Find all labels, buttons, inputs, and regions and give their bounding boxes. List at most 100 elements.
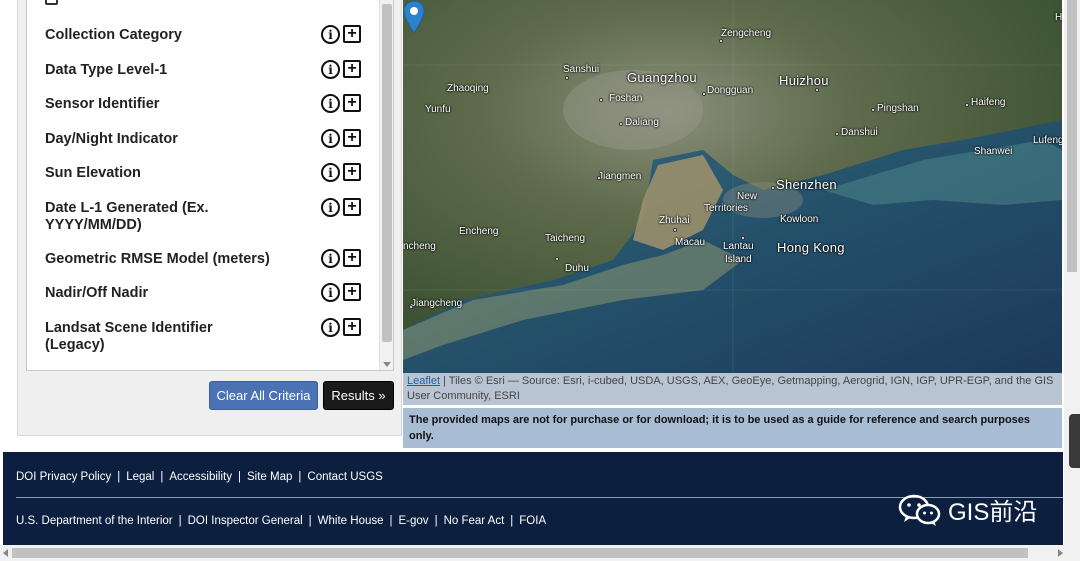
info-icon[interactable]: i	[321, 318, 340, 337]
footer-link-no-fear-act[interactable]: No Fear Act	[444, 515, 505, 527]
info-icon[interactable]: i	[321, 25, 340, 44]
expand-plus-icon[interactable]: +	[343, 249, 361, 267]
map-label-lantau-island: Lantau	[723, 241, 754, 252]
map-label-sanshui: Sanshui	[563, 64, 600, 75]
footer-separator: |	[178, 515, 182, 527]
criteria-item-icons: i +	[321, 60, 361, 79]
footer-link-site-map[interactable]: Site Map	[247, 471, 292, 483]
expand-plus-icon[interactable]: +	[343, 318, 361, 336]
map-city-dot	[741, 236, 745, 240]
clear-all-criteria-button[interactable]: Clear All Criteria	[209, 381, 318, 410]
info-icon[interactable]: i	[321, 283, 340, 302]
criteria-item-day-night-indicator: Day/Night Indicator	[45, 131, 178, 147]
expand-plus-icon[interactable]: +	[343, 94, 361, 112]
horizontal-scrollbar[interactable]	[0, 545, 1080, 561]
map-label-lantau-island: Island	[725, 254, 752, 265]
map-city-dot	[599, 98, 603, 102]
info-icon[interactable]: i	[321, 60, 340, 79]
criteria-item-icons: i +	[321, 318, 361, 337]
map-label-shenzhen: Shenzhen	[776, 177, 837, 192]
criteria-list: Collection Category i + Data Type Level-…	[26, 0, 394, 371]
leaflet-link[interactable]: Leaflet	[407, 375, 440, 387]
map-label-duhu: Duhu	[565, 263, 589, 274]
expand-plus-icon[interactable]: +	[343, 60, 361, 78]
scroll-left-arrow-icon[interactable]	[3, 549, 8, 557]
watermark-brand: GIS前沿	[898, 492, 1037, 527]
criteria-item-icons: i +	[321, 198, 361, 217]
map-label-haifeng: Haifeng	[971, 97, 1006, 108]
page: Collection Category i + Data Type Level-…	[0, 0, 1080, 561]
expand-plus-icon[interactable]: +	[343, 25, 361, 43]
scroll-down-arrow-icon[interactable]	[383, 362, 391, 367]
footer-link-egov[interactable]: E-gov	[399, 515, 429, 527]
expand-plus-icon[interactable]: +	[343, 283, 361, 301]
info-icon[interactable]: i	[321, 129, 340, 148]
info-icon[interactable]: i	[321, 163, 340, 182]
expand-plus-icon[interactable]: +	[343, 163, 361, 181]
map-label-zhuhai: Zhuhai	[659, 215, 690, 226]
map-label-new-territories: Territories	[704, 203, 748, 214]
criteria-item-collection-category: Collection Category	[45, 27, 182, 43]
scroll-right-arrow-icon[interactable]	[1058, 549, 1063, 557]
map-label-daliang: Daliang	[625, 117, 659, 128]
map-label-ncheng: ncheng	[403, 241, 436, 252]
checkbox[interactable]	[45, 0, 58, 5]
map-label-pingshan: Pingshan	[877, 103, 919, 114]
map-label-guangzhou: Guangzhou	[627, 70, 697, 85]
footer-separator: |	[298, 471, 302, 483]
footer-link-foia[interactable]: FOIA	[519, 515, 546, 527]
expand-plus-icon[interactable]: +	[343, 129, 361, 147]
footer-link-privacy-policy[interactable]: DOI Privacy Policy	[16, 471, 111, 483]
footer-separator: |	[510, 515, 514, 527]
criteria-item-landsat-scene-identifier: Landsat Scene Identifier (Legacy)	[45, 320, 213, 353]
footer-separator: |	[238, 471, 241, 483]
criteria-item-sensor-identifier: Sensor Identifier	[45, 96, 160, 112]
footer-link-white-house[interactable]: White House	[318, 515, 384, 527]
criteria-item-icons: i +	[321, 249, 361, 268]
map-label-huizhou: Huizhou	[779, 73, 829, 88]
criteria-item-icons: i +	[321, 129, 361, 148]
map-city-dot	[619, 122, 623, 126]
map-city-dot	[815, 88, 819, 92]
map-city-dot	[702, 92, 706, 96]
map-label-taicheng: Taicheng	[545, 233, 586, 244]
map-label-zhaoqing: Zhaoqing	[447, 83, 489, 94]
info-icon[interactable]: i	[321, 198, 340, 217]
map-label-jiangcheng: Jiangcheng	[411, 298, 463, 309]
map-pin-icon[interactable]	[403, 0, 425, 34]
map-label-foshan: Foshan	[609, 93, 643, 104]
footer-link-contact-usgs[interactable]: Contact USGS	[307, 471, 382, 483]
footer: DOI Privacy Policy | Legal | Accessibili…	[3, 452, 1063, 545]
footer-link-accessibility[interactable]: Accessibility	[169, 471, 232, 483]
horizontal-scroll-thumb[interactable]	[12, 548, 1028, 558]
footer-link-legal[interactable]: Legal	[126, 471, 154, 483]
map-city-dot	[565, 76, 569, 80]
map-label-edge: H	[1055, 12, 1062, 23]
footer-link-inspector-general[interactable]: DOI Inspector General	[188, 515, 303, 527]
page-scroll-thumb[interactable]	[1067, 0, 1077, 272]
footer-links-row-1: DOI Privacy Policy | Legal | Accessibili…	[16, 471, 383, 483]
map-label-dongguan: Dongguan	[707, 85, 754, 96]
map-label-danshui: Danshui	[841, 127, 878, 138]
criteria-scroll-thumb[interactable]	[382, 4, 392, 342]
map-city-dot	[597, 176, 601, 180]
criteria-item-geometric-rmse-model: Geometric RMSE Model (meters)	[45, 251, 270, 267]
map-attribution: Leaflet | Tiles © Esri — Source: Esri, i…	[403, 373, 1062, 405]
footer-link-doi[interactable]: U.S. Department of the Interior	[16, 515, 173, 527]
satellite-map[interactable]: Zengcheng Sanshui Guangzhou Zhaoqing Hui…	[403, 0, 1062, 373]
info-icon[interactable]: i	[321, 249, 340, 268]
map-imagery	[403, 0, 1062, 373]
map-label-macau: Macau	[675, 237, 706, 248]
footer-separator: |	[117, 471, 121, 483]
side-widget-handle[interactable]	[1069, 414, 1080, 468]
attribution-text: | Tiles © Esri — Source: Esri, i-cubed, …	[407, 375, 1054, 402]
criteria-item-sun-elevation: Sun Elevation	[45, 165, 141, 181]
map-city-dot	[409, 305, 413, 309]
results-button[interactable]: Results »	[323, 381, 394, 410]
criteria-scrollbar[interactable]	[379, 0, 393, 370]
map-city-dot	[555, 257, 559, 261]
expand-plus-icon[interactable]: +	[343, 198, 361, 216]
info-icon[interactable]: i	[321, 94, 340, 113]
map-label-zengcheng: Zengcheng	[721, 28, 772, 39]
footer-separator: |	[160, 471, 164, 483]
